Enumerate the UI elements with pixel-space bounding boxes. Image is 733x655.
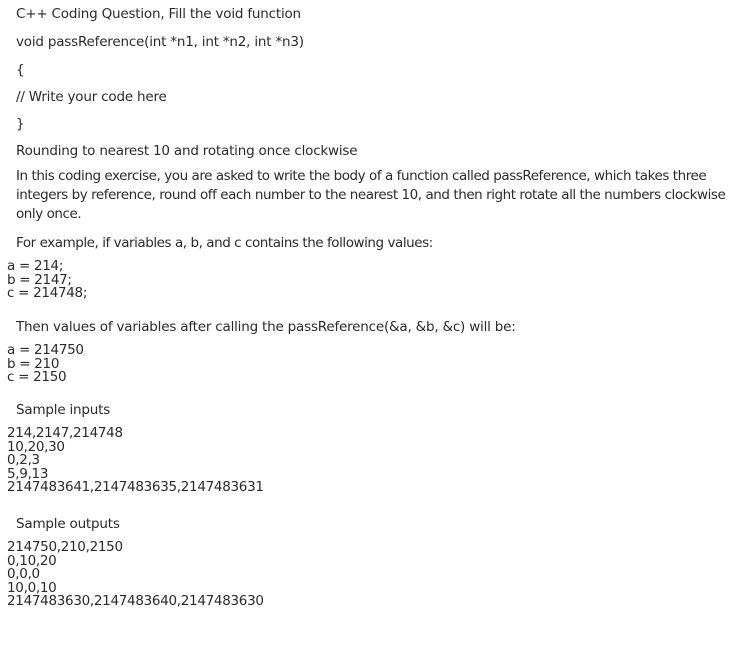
example-inputs: a = 214; b = 2147; c = 214748;	[7, 259, 88, 302]
sample-output-line: 0,10,20	[7, 552, 57, 569]
close-brace: }	[16, 116, 25, 132]
sample-inputs-list: 214,2147,214748 10,20,30 0,2,3 5,9,13 21…	[7, 426, 264, 496]
question-title: C++ Coding Question, Fill the void funct…	[16, 6, 301, 22]
sample-inputs-label: Sample inputs	[16, 402, 111, 418]
sample-output-line: 2147483630,2147483640,2147483630	[7, 593, 264, 610]
sample-outputs-label: Sample outputs	[16, 516, 120, 532]
sample-outputs-list: 214750,210,2150 0,10,20 0,0,0 10,0,10 21…	[7, 540, 264, 610]
example-intro: For example, if variables a, b, and c co…	[16, 235, 433, 251]
code-comment: // Write your code here	[16, 89, 167, 105]
function-signature: void passReference(int *n1, int *n2, int…	[16, 34, 304, 50]
example-outputs: a = 214750 b = 210 c = 2150	[7, 343, 84, 386]
open-brace: {	[16, 62, 25, 78]
description-paragraph: In this coding exercise, you are asked t…	[16, 168, 726, 222]
section-heading: Rounding to nearest 10 and rotating once…	[16, 143, 358, 159]
example-result-intro: Then values of variables after calling t…	[16, 319, 516, 335]
example-output-line: c = 2150	[7, 369, 67, 386]
sample-input-line: 2147483641,2147483635,2147483631	[7, 479, 264, 496]
example-input-line: c = 214748;	[7, 285, 88, 302]
sample-input-line: 10,20,30	[7, 438, 65, 455]
